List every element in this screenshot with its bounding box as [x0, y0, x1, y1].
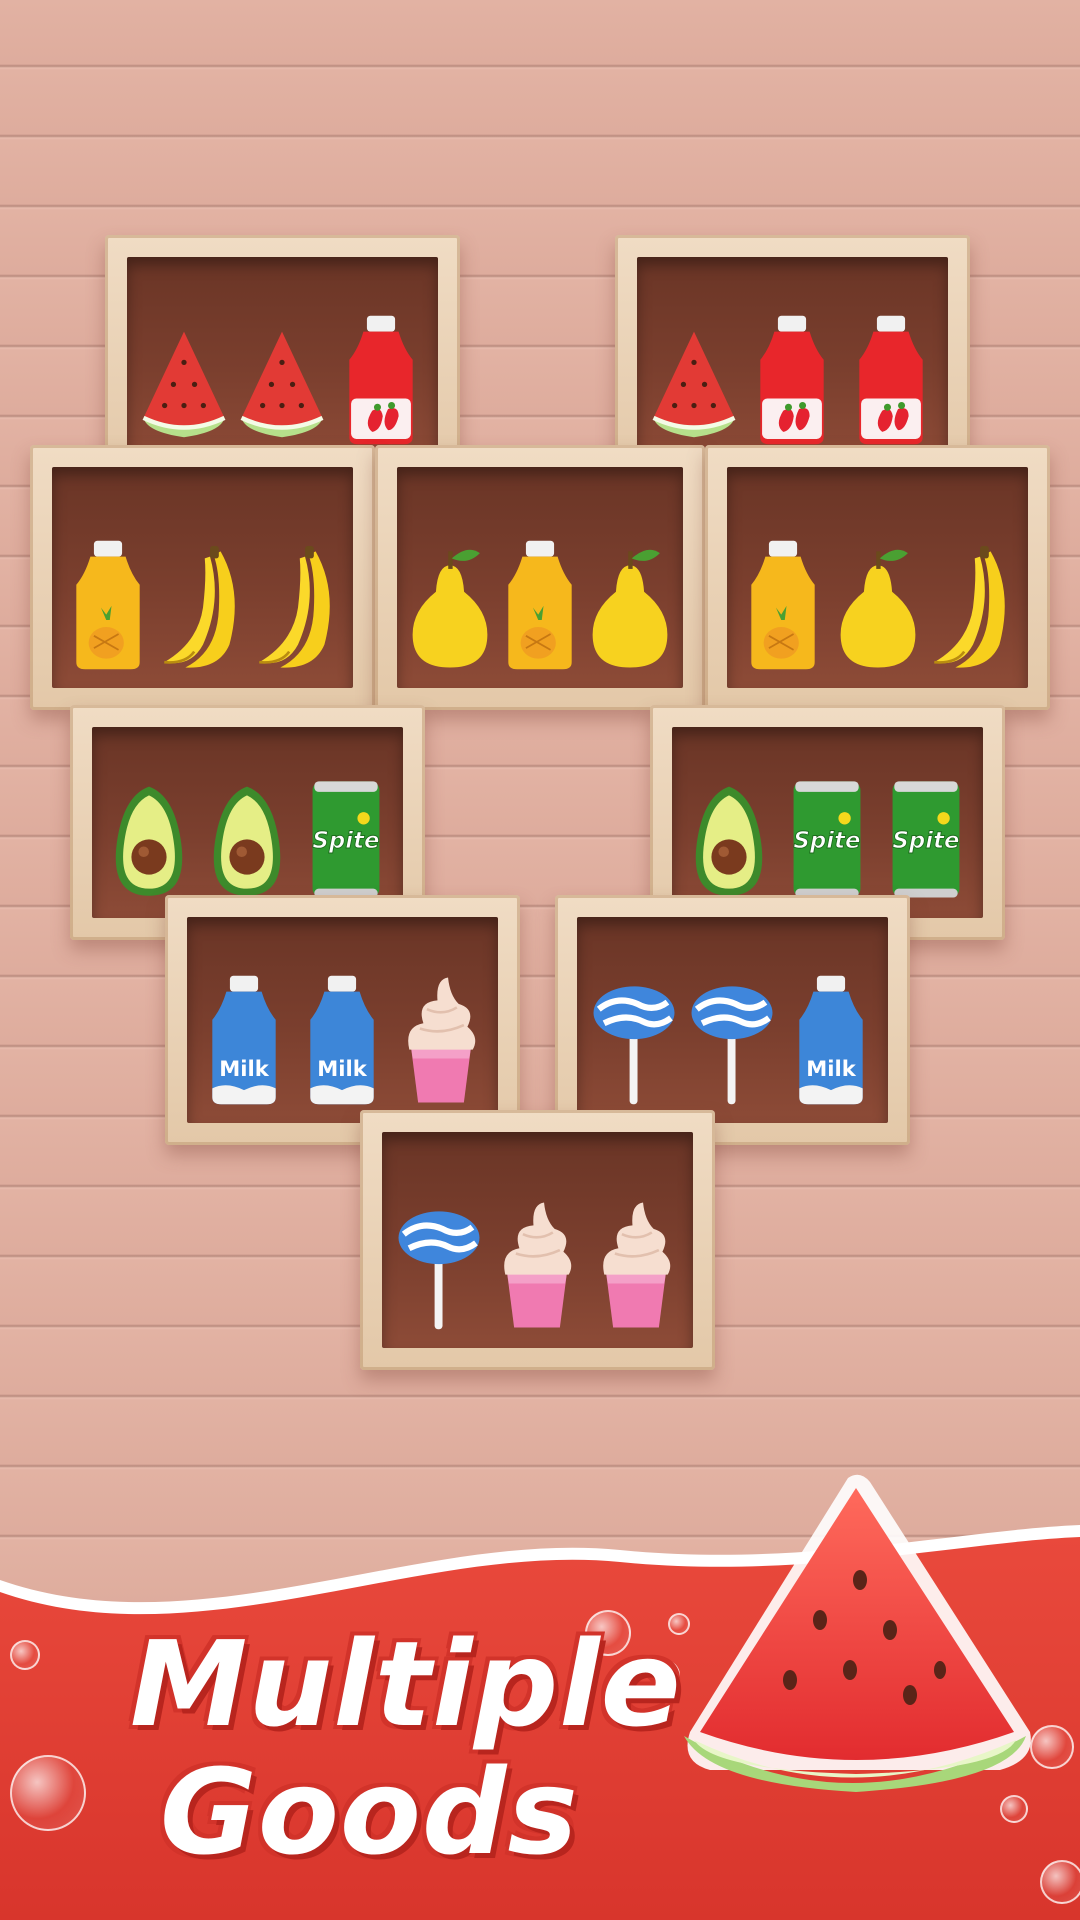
pear-icon[interactable]: [586, 530, 674, 680]
milk-bottle-icon[interactable]: Milk: [298, 965, 386, 1115]
avocado-icon[interactable]: [105, 760, 193, 910]
spite-can-icon[interactable]: Spite: [302, 760, 390, 910]
lollipop-icon[interactable]: [688, 965, 776, 1115]
pear-icon[interactable]: [834, 530, 922, 680]
banana-icon[interactable]: [254, 530, 342, 680]
svg-text:Spite: Spite: [892, 828, 959, 854]
strawberry-drink-icon[interactable]: [748, 305, 836, 455]
svg-text:Spite: Spite: [312, 828, 379, 854]
svg-text:Milk: Milk: [219, 1056, 269, 1081]
pineapple-juice-icon[interactable]: [64, 530, 152, 680]
strawberry-drink-icon[interactable]: [847, 305, 935, 455]
banana-icon[interactable]: [159, 530, 247, 680]
ice-cream-icon[interactable]: [493, 1190, 581, 1340]
shelf-interior: [397, 467, 683, 688]
svg-text:Spite: Spite: [794, 828, 861, 854]
watermelon-slice-icon: [684, 1474, 1031, 1792]
shelf-4[interactable]: [375, 445, 705, 710]
watermelon-icon[interactable]: [650, 305, 738, 455]
avocado-icon[interactable]: [685, 760, 773, 910]
shelf-5[interactable]: [705, 445, 1050, 710]
shelf-interior: Milk: [577, 917, 888, 1123]
shelf-interior: Spite: [92, 727, 403, 918]
shelf-8[interactable]: Milk Milk: [165, 895, 520, 1145]
ice-cream-icon[interactable]: [397, 965, 485, 1115]
pear-icon[interactable]: [406, 530, 494, 680]
pineapple-juice-icon[interactable]: [496, 530, 584, 680]
shelf-3[interactable]: [30, 445, 375, 710]
shelf-10[interactable]: [360, 1110, 715, 1370]
svg-text:Milk: Milk: [318, 1056, 368, 1081]
spite-can-icon[interactable]: Spite: [882, 760, 970, 910]
bubble-decoration: [10, 1755, 86, 1831]
watermelon-icon[interactable]: [238, 305, 326, 455]
milk-bottle-icon[interactable]: Milk: [787, 965, 875, 1115]
headline-line-2: Goods: [160, 1743, 579, 1881]
shelf-interior: [52, 467, 353, 688]
shelf-interior: [727, 467, 1028, 688]
banana-icon[interactable]: [929, 530, 1017, 680]
banner-headline: Multiple Goods: [130, 1620, 682, 1876]
shelf-9[interactable]: Milk: [555, 895, 910, 1145]
bubble-decoration: [10, 1640, 40, 1670]
spite-can-icon[interactable]: Spite: [783, 760, 871, 910]
bubble-decoration: [1040, 1860, 1080, 1904]
shelf-interior: [127, 257, 438, 463]
headline-line-1: Multiple: [130, 1615, 682, 1753]
watermelon-icon[interactable]: [140, 305, 228, 455]
lollipop-icon[interactable]: [590, 965, 678, 1115]
shelf-interior: [637, 257, 948, 463]
shelf-interior: Milk Milk: [187, 917, 498, 1123]
milk-bottle-icon[interactable]: Milk: [200, 965, 288, 1115]
pineapple-juice-icon[interactable]: [739, 530, 827, 680]
shelf-interior: Spite Spite: [672, 727, 983, 918]
shelf-interior: [382, 1132, 693, 1348]
svg-text:Milk: Milk: [806, 1056, 856, 1081]
avocado-icon[interactable]: [203, 760, 291, 910]
lollipop-icon[interactable]: [395, 1190, 483, 1340]
ice-cream-icon[interactable]: [592, 1190, 680, 1340]
strawberry-drink-icon[interactable]: [337, 305, 425, 455]
